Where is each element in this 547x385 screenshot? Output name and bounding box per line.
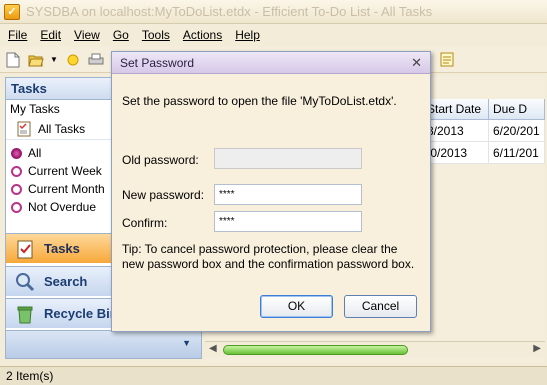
all-tasks-label: All Tasks — [38, 121, 86, 136]
dialog-instruction: Set the password to open the file 'MyToD… — [122, 94, 397, 108]
close-icon[interactable]: ✕ — [411, 55, 422, 71]
ok-button[interactable]: OK — [260, 295, 333, 318]
nav-tasks-label: Tasks — [44, 241, 80, 256]
table-cell-due-date[interactable]: 6/20/201 — [489, 120, 545, 142]
filter-all-label: All — [28, 146, 42, 160]
menu-actions-label: Actions — [182, 28, 223, 42]
set-password-dialog: Set Password ✕ Set the password to open … — [111, 51, 431, 332]
filter-current-month-label: Current Month — [28, 182, 105, 196]
menu-file[interactable]: File — [8, 28, 27, 42]
horizontal-scrollbar[interactable]: ◀ ▶ — [205, 341, 545, 357]
filter-radio-icon — [11, 183, 22, 195]
new-password-label: New password: — [122, 188, 205, 202]
filter-radio-icon — [11, 201, 22, 213]
menu-edit-label: Edit — [40, 28, 62, 42]
task-list-icon — [16, 121, 32, 137]
menu-go-label: Go — [112, 28, 129, 42]
cancel-button[interactable]: Cancel — [344, 295, 417, 318]
filter-selected-icon — [11, 147, 22, 159]
scroll-left-icon[interactable]: ◀ — [209, 343, 217, 354]
new-password-field[interactable]: **** — [214, 184, 362, 205]
status-bar: 2 Item(s) — [0, 366, 547, 385]
menu-view-label: View — [74, 28, 100, 42]
nav-footer: ▼ — [6, 330, 201, 358]
menu-view[interactable]: View — [74, 28, 100, 42]
open-folder-icon[interactable] — [27, 51, 44, 68]
table-cell-start-date[interactable]: 3/2013 — [423, 120, 489, 142]
confirm-label: Confirm: — [122, 216, 168, 230]
menu-go[interactable]: Go — [113, 28, 129, 42]
scrollbar-thumb[interactable] — [223, 345, 408, 355]
menu-edit[interactable]: Edit — [40, 28, 61, 42]
note-icon[interactable] — [438, 51, 455, 68]
menu-help-label: Help — [235, 28, 260, 42]
filter-current-week-label: Current Week — [28, 164, 102, 178]
menu-help[interactable]: Help — [235, 28, 260, 42]
dialog-tip: Tip: To cancel password protection, plea… — [122, 242, 415, 271]
filter-not-overdue-label: Not Overdue — [28, 200, 97, 214]
scroll-right-icon[interactable]: ▶ — [533, 343, 541, 354]
window-title: SYSDBA on localhost:MyToDoList.etdx - Ef… — [26, 4, 433, 19]
search-magnifier-icon — [14, 271, 36, 293]
table-cell-due-date[interactable]: 6/11/201 — [489, 142, 545, 164]
confirm-password-field[interactable]: **** — [214, 211, 362, 232]
filter-radio-icon — [11, 165, 22, 177]
menu-bar: File Edit View Go Tools Actions Help — [0, 24, 547, 46]
menu-tools-label: Tools — [141, 28, 170, 42]
menu-file-label: File — [8, 28, 28, 42]
column-header-start-date[interactable]: Start Date — [423, 99, 489, 120]
bulb-icon[interactable] — [64, 51, 81, 68]
nav-recycle-bin-label: Recycle Bin — [44, 306, 118, 321]
column-header-due-date[interactable]: Due D — [489, 99, 545, 120]
tasks-clipboard-icon — [14, 238, 36, 260]
item-count: 2 Item(s) — [6, 369, 54, 383]
chevron-down-icon[interactable]: ▼ — [182, 338, 191, 348]
old-password-field — [214, 148, 362, 169]
app-checkmark-icon: ✓ — [4, 3, 20, 20]
title-bar: ✓ SYSDBA on localhost:MyToDoList.etdx - … — [0, 0, 547, 24]
dropdown-arrow-icon[interactable]: ▼ — [50, 51, 58, 68]
print-icon[interactable] — [87, 51, 104, 68]
dialog-title: Set Password — [112, 52, 430, 74]
new-document-icon[interactable] — [4, 51, 21, 68]
old-password-label: Old password: — [122, 153, 199, 167]
recycle-bin-icon — [14, 303, 36, 325]
menu-tools[interactable]: Tools — [142, 28, 170, 42]
menu-actions[interactable]: Actions — [183, 28, 222, 42]
table-cell-start-date[interactable]: .0/2013 — [423, 142, 489, 164]
nav-search-label: Search — [44, 274, 88, 289]
